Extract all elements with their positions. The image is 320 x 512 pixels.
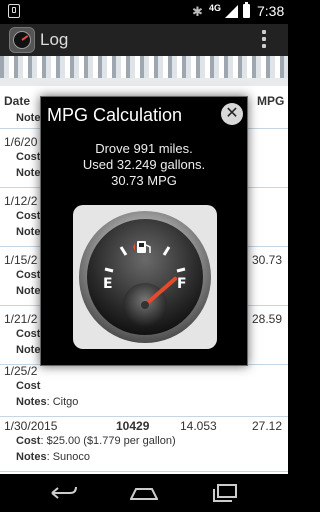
cost-label: Cost — [16, 269, 41, 281]
fuel-used-text: Used 32.249 gallons. — [82, 157, 206, 172]
bluetooth-icon: ✱ — [192, 4, 203, 19]
notes-label: Notes — [16, 451, 47, 463]
row-mpg: 30.73 — [252, 253, 283, 267]
row-date: 1/30/2015 — [4, 419, 58, 433]
gauge-full-label: F — [177, 276, 187, 292]
recent-apps-icon[interactable] — [212, 484, 238, 502]
row-gallons: 14.053 — [180, 419, 217, 433]
table-row[interactable]: 1/25/2 Cost Notes: Citgo — [0, 358, 288, 417]
mpg-dialog: MPG Calculation ✕ Drove 991 miles. Used … — [40, 96, 248, 366]
back-icon[interactable] — [50, 486, 78, 500]
dialog-title: MPG Calculation — [47, 105, 183, 125]
row-date: 1/25/2 — [4, 364, 38, 378]
signal-icon — [225, 5, 238, 18]
cost-label: Cost — [16, 151, 41, 163]
network-type: 4G — [209, 3, 222, 13]
home-icon[interactable] — [130, 488, 158, 500]
fuel-gauge: E F — [73, 205, 217, 349]
row-date: 1/12/2 — [4, 194, 38, 208]
row-odometer: 10429 — [116, 419, 150, 433]
row-notes: Citgo — [52, 396, 79, 408]
action-bar: Log — [0, 24, 288, 56]
cost-label: Cost — [16, 435, 41, 447]
notification-icon — [8, 4, 20, 18]
battery-icon — [243, 2, 250, 18]
clock: 7:38 — [257, 3, 285, 19]
distance-text: Drove 991 miles. — [95, 141, 193, 156]
row-date: 1/6/20 — [4, 135, 38, 149]
navigation-bar — [0, 474, 288, 512]
row-mpg: 27.12 — [252, 419, 283, 433]
overflow-menu-icon[interactable] — [260, 30, 268, 52]
row-mpg: 28.59 — [252, 312, 283, 326]
status-bar: ✱ 4G 7:38 — [0, 0, 288, 24]
notes-label: Notes — [16, 396, 47, 408]
app-logo-icon[interactable] — [9, 27, 35, 53]
row-notes: Sunoco — [52, 451, 90, 463]
cost-label: Cost — [16, 210, 41, 222]
row-date: 1/21/2 — [4, 312, 38, 326]
row-date: 1/15/2 — [4, 253, 38, 267]
cost-label: Cost — [16, 380, 41, 392]
table-row[interactable]: 1/30/2015 10429 14.053 27.12 Cost: $25.0… — [0, 413, 288, 472]
mpg-result-text: 30.73 MPG — [111, 173, 177, 188]
spiral-binding — [0, 56, 288, 86]
row-cost: $25.00 ($1.779 per gallon) — [46, 435, 176, 447]
page-title: Log — [40, 30, 69, 49]
cost-label: Cost — [16, 328, 41, 340]
gauge-empty-label: E — [103, 276, 113, 292]
close-icon[interactable]: ✕ — [221, 103, 243, 125]
